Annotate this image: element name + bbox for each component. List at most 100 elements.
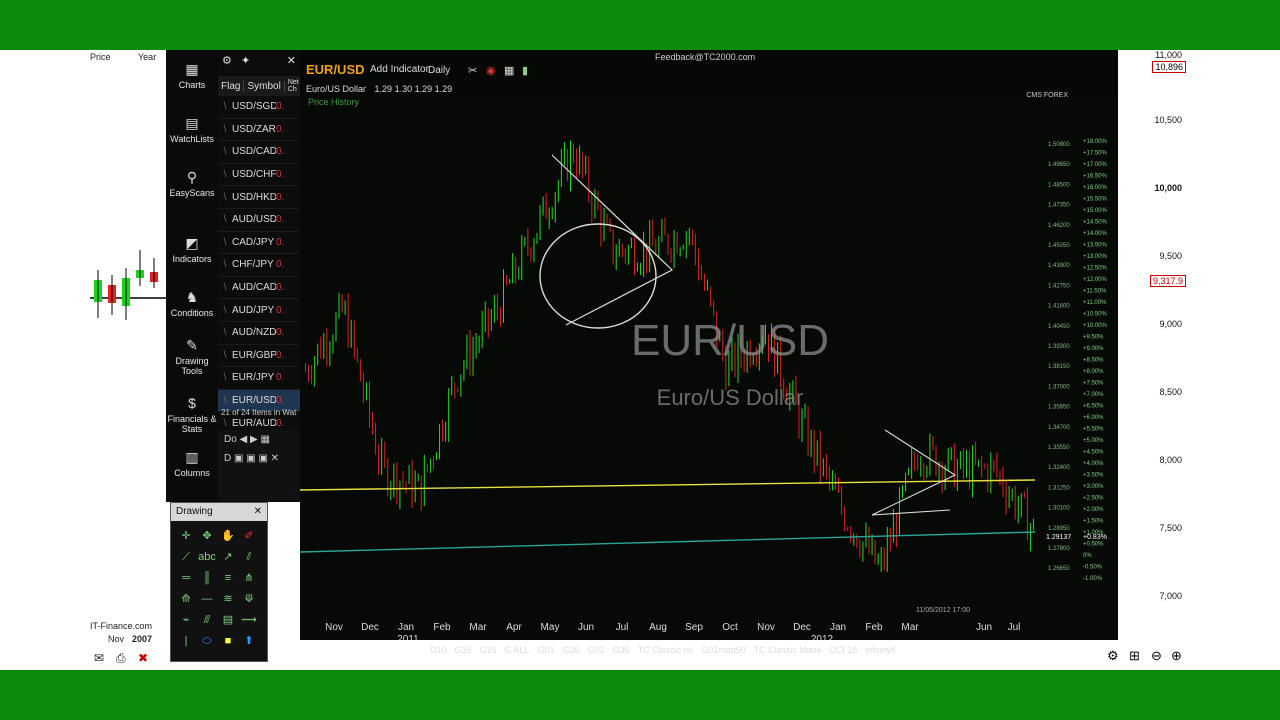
flag-icon[interactable]: \ <box>218 169 232 180</box>
watchlist-row[interactable]: \ USD/HKD 0. <box>218 186 300 209</box>
layout-tab[interactable]: D10 <box>430 645 447 655</box>
mail-icon[interactable]: ✉ <box>94 651 104 665</box>
gann-tool-icon[interactable]: ⟱ <box>240 590 258 608</box>
hline-tool-icon[interactable]: ═ <box>177 569 195 587</box>
watchlist-row[interactable]: \ USD/ZAR 0. <box>218 119 300 142</box>
watchlist-row[interactable]: \ AUD/NZD 0. <box>218 322 300 345</box>
layout-tab[interactable]: G01mad50 <box>701 645 746 655</box>
flag-icon[interactable]: \ <box>218 192 232 203</box>
watchlist-row[interactable]: \ AUD/USD 0. <box>218 209 300 232</box>
move-tool-icon[interactable]: ✥ <box>198 527 216 545</box>
zoom-out-icon[interactable]: ⊖ <box>1151 648 1162 664</box>
watchlist-row[interactable]: \ AUD/JPY 0. <box>218 299 300 322</box>
layout-tab[interactable]: TC Classic rsi <box>638 645 694 655</box>
grid-icon[interactable]: ▦ <box>504 64 514 77</box>
nav-watchlists[interactable]: ▤ WatchLists <box>166 108 218 158</box>
ellipse-tool-icon[interactable]: ⬭ <box>198 632 216 650</box>
layout-tab[interactable]: infinity8 <box>865 645 896 655</box>
flag-icon[interactable]: \ <box>218 282 232 293</box>
watchlist-row[interactable]: \ CHF/JPY 0. <box>218 254 300 277</box>
fib-tool-icon[interactable]: ≡ <box>219 569 237 587</box>
line-tool-icon[interactable]: — <box>198 590 216 608</box>
crosshair-tool-icon[interactable]: ✛ <box>177 527 195 545</box>
speed-tool-icon[interactable]: ⟿ <box>240 611 258 629</box>
hand-tool-icon[interactable]: ✋ <box>219 527 237 545</box>
vline-tool-icon[interactable]: ║ <box>198 569 216 587</box>
nav-indicators[interactable]: ◩ Indicators <box>166 228 218 278</box>
eraser-tool-icon[interactable]: ✐ <box>240 527 258 545</box>
flag-icon[interactable]: \ <box>218 237 232 248</box>
watchlist-row[interactable]: \ EUR/GBP 0. <box>218 345 300 368</box>
add-indicator-button[interactable]: Add Indicator <box>370 64 429 75</box>
layout-tab[interactable]: G01 <box>588 645 605 655</box>
fan-tool-icon[interactable]: ⟰ <box>177 590 195 608</box>
layout-tab[interactable]: TC Classic blank <box>754 645 822 655</box>
flag-icon[interactable]: \ <box>218 214 232 225</box>
flag-icon[interactable]: \ <box>218 259 232 270</box>
zoom-in-icon[interactable]: ⊕ <box>1171 648 1182 664</box>
close-icon[interactable]: ✕ <box>254 506 262 517</box>
arrow-tool-icon[interactable]: ⬆ <box>240 632 258 650</box>
nav-charts[interactable]: ▦ Charts <box>166 54 218 104</box>
nav-easyscans[interactable]: ⚲ EasyScans <box>166 162 218 212</box>
pen-tool-icon[interactable]: | <box>177 632 195 650</box>
grid-tool-icon[interactable]: ▤ <box>219 611 237 629</box>
channel-tool-icon[interactable]: ⫽ <box>240 548 258 566</box>
layout-tab[interactable]: G35 <box>563 645 580 655</box>
flag-icon[interactable]: \ <box>218 327 232 338</box>
watchlist-row[interactable]: \ EUR/JPY 0. <box>218 367 300 390</box>
nav-columns[interactable]: ▥ Columns <box>166 442 218 492</box>
layout-tab[interactable]: G15 <box>455 645 472 655</box>
lock-icon[interactable]: ▮ <box>522 64 528 77</box>
layout-tab[interactable]: G ALL <box>505 645 530 655</box>
flag-icon[interactable]: \ <box>218 395 232 406</box>
feedback-link[interactable]: Feedback@TC2000.com <box>655 52 755 62</box>
nav-drawing-tools[interactable]: ✎ Drawing Tools <box>166 330 218 388</box>
flag-icon[interactable]: \ <box>218 418 232 429</box>
column-flag[interactable]: Flag <box>218 80 245 92</box>
text-tool-icon[interactable]: abc <box>198 548 216 566</box>
watchlist-row[interactable]: \ USD/SGD 0. <box>218 96 300 119</box>
watchlist-row[interactable]: \ USD/CHF 0. <box>218 164 300 187</box>
layout-tab[interactable]: G15 <box>480 645 497 655</box>
trendline-tool-icon[interactable]: ⟋ <box>177 548 195 566</box>
zoom-fit-icon[interactable]: ⊞ <box>1129 648 1140 664</box>
regression-tool-icon[interactable]: ⫻ <box>198 611 216 629</box>
period-selector[interactable]: Daily <box>428 65 450 76</box>
watchlist-row[interactable]: \ CAD/JPY 0. <box>218 232 300 255</box>
filter-icon[interactable]: ⚙ <box>222 55 232 67</box>
flag-icon[interactable]: \ <box>218 372 232 383</box>
price-history-menu[interactable]: Price History <box>308 97 359 107</box>
pitchfork-tool-icon[interactable]: ⋔ <box>240 569 258 587</box>
settings-icon[interactable]: ⚙ <box>1107 648 1119 664</box>
nav-conditions[interactable]: ♞ Conditions <box>166 282 218 332</box>
settings-icon[interactable]: ✦ <box>241 55 250 67</box>
flag-icon[interactable]: \ <box>218 305 232 316</box>
flag-icon[interactable]: \ <box>218 350 232 361</box>
close-icon[interactable]: ✖ <box>138 651 148 665</box>
flag-icon[interactable]: \ <box>218 124 232 135</box>
layout-tab[interactable]: G01 <box>538 645 555 655</box>
flag-icon[interactable]: \ <box>218 146 232 157</box>
symbol-title[interactable]: EUR/USD <box>306 62 365 77</box>
flag-icon[interactable]: \ <box>218 101 232 112</box>
watchlist-row[interactable]: \ AUD/CAD 0. <box>218 277 300 300</box>
close-icon[interactable]: ✕ <box>287 54 296 67</box>
price-chart[interactable]: EUR/USD Euro/US Dollar Nov Dec Jan Feb Mar Apr M… <box>300 50 1118 640</box>
layout-tab[interactable]: CCI 18 <box>829 645 857 655</box>
column-symbol[interactable]: Symbol <box>244 80 285 92</box>
layout-tab[interactable]: D ▣ ▣ ▣ ✕ <box>218 449 300 468</box>
crosshair-icon[interactable]: ✂ <box>468 64 477 77</box>
print-icon[interactable]: ⎙ <box>116 651 126 666</box>
color-tool-icon[interactable]: ■ <box>219 632 237 650</box>
drawing-toolbar-header[interactable]: Drawing ✕ <box>171 503 267 521</box>
cycle-tool-icon[interactable]: ⌁ <box>177 611 195 629</box>
doc-tab[interactable]: Do ◀ ▶ ▦ <box>218 430 300 449</box>
layout-tab[interactable]: G35 <box>613 645 630 655</box>
nav-financials[interactable]: $ Financials & Stats <box>166 388 218 446</box>
ray-tool-icon[interactable]: ↗ <box>219 548 237 566</box>
watchlist-row[interactable]: \ USD/CAD 0. <box>218 141 300 164</box>
record-icon[interactable]: ◉ <box>486 64 496 77</box>
y-tick-label: 1.32400 <box>1048 465 1070 471</box>
arc-tool-icon[interactable]: ≋ <box>219 590 237 608</box>
